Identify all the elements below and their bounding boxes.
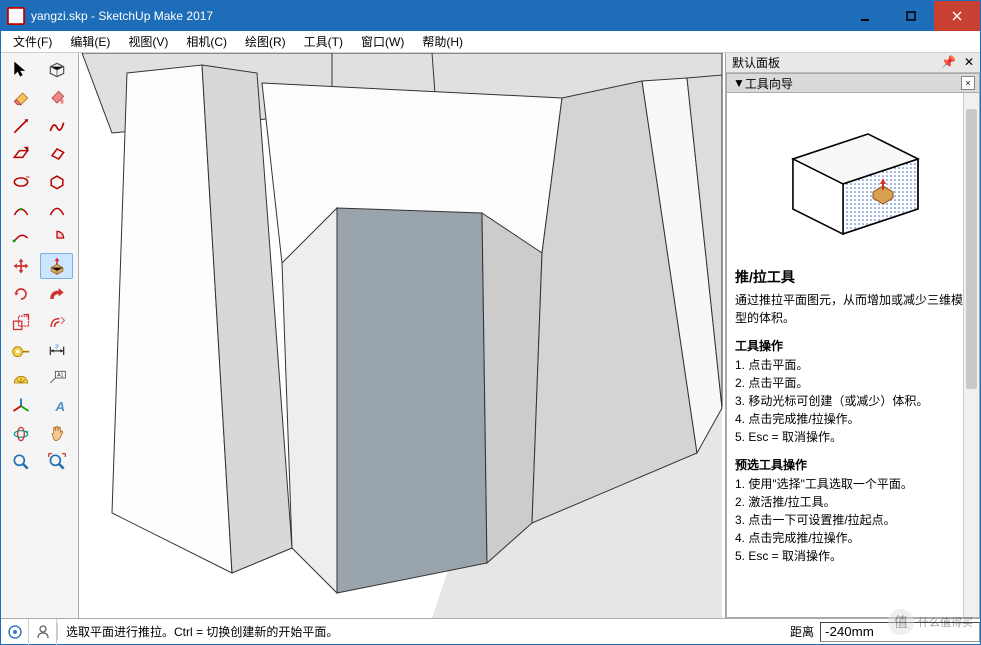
menu-view[interactable]: 视图(V)	[120, 31, 176, 52]
op-step: 1. 点击平面。	[735, 356, 971, 374]
follow-me-tool[interactable]	[40, 281, 73, 307]
circle-tool[interactable]	[4, 169, 37, 195]
instructor-image	[735, 99, 971, 259]
op-step: 2. 点击平面。	[735, 374, 971, 392]
select-tool[interactable]	[4, 57, 37, 83]
op-step: 4. 点击完成推/拉操作。	[735, 410, 971, 428]
pie-tool[interactable]	[40, 225, 73, 251]
app-window: yangzi.skp - SketchUp Make 2017 文件(F) 编辑…	[0, 0, 981, 645]
menu-edit[interactable]: 编辑(E)	[62, 31, 118, 52]
instructor-panel-header[interactable]: ▼ 工具向导 ×	[726, 73, 980, 93]
svg-text:A: A	[54, 399, 65, 414]
protractor-tool[interactable]	[4, 365, 37, 391]
offset-tool[interactable]	[40, 309, 73, 335]
instructor-panel-body: 推/拉工具 通过推拉平面图元，从而增加或减少三维模型的体积。 工具操作 1. 点…	[726, 93, 980, 618]
svg-text:3': 3'	[55, 344, 59, 350]
pre-step: 1. 使用"选择"工具选取一个平面。	[735, 475, 971, 493]
tool-name: 推/拉工具	[735, 267, 971, 287]
rotated-rect-tool[interactable]	[40, 141, 73, 167]
preselect-title: 预选工具操作	[735, 456, 971, 473]
tray-header[interactable]: 默认面板 📌 ✕	[726, 53, 980, 73]
eraser-tool[interactable]	[4, 85, 37, 111]
zoom-extents-tool[interactable]	[40, 449, 73, 475]
scale-tool[interactable]	[4, 309, 37, 335]
text-tool[interactable]: A1	[40, 365, 73, 391]
statusbar: 选取平面进行推拉。Ctrl = 切换创建新的开始平面。 距离	[1, 618, 980, 644]
minimize-button[interactable]	[842, 1, 888, 31]
workarea: 3' A1 A	[1, 53, 980, 618]
freehand-tool[interactable]	[40, 113, 73, 139]
two-point-arc-tool[interactable]	[40, 197, 73, 223]
svg-text:A1: A1	[57, 372, 63, 378]
panel-scrollbar[interactable]	[963, 93, 979, 617]
paint-bucket-tool[interactable]	[40, 85, 73, 111]
model-view	[79, 53, 725, 618]
window-title: yangzi.skp - SketchUp Make 2017	[31, 9, 842, 23]
axes-tool[interactable]	[4, 393, 37, 419]
polygon-tool[interactable]	[40, 169, 73, 195]
tape-measure-tool[interactable]	[4, 337, 37, 363]
pre-step: 5. Esc = 取消操作。	[735, 547, 971, 565]
operation-title: 工具操作	[735, 337, 971, 354]
pre-step: 2. 激活推/拉工具。	[735, 493, 971, 511]
line-tool[interactable]	[4, 113, 37, 139]
three-point-arc-tool[interactable]	[4, 225, 37, 251]
dimension-tool[interactable]: 3'	[40, 337, 73, 363]
op-step: 3. 移动光标可创建（或减少）体积。	[735, 392, 971, 410]
close-button[interactable]	[934, 1, 980, 31]
op-step: 5. Esc = 取消操作。	[735, 428, 971, 446]
distance-label: 距离	[784, 623, 820, 640]
rotate-tool[interactable]	[4, 281, 37, 307]
pre-step: 4. 点击完成推/拉操作。	[735, 529, 971, 547]
move-tool[interactable]	[4, 253, 37, 279]
zoom-tool[interactable]	[4, 449, 37, 475]
tool-description: 通过推拉平面图元，从而增加或减少三维模型的体积。	[735, 291, 971, 327]
viewport-3d[interactable]	[79, 53, 725, 618]
3d-text-tool[interactable]: A	[40, 393, 73, 419]
credits-icon[interactable]	[29, 619, 57, 645]
menu-file[interactable]: 文件(F)	[5, 31, 60, 52]
default-tray: 默认面板 📌 ✕ ▼ 工具向导 ×	[725, 53, 980, 618]
titlebar: yangzi.skp - SketchUp Make 2017	[1, 1, 980, 31]
push-pull-tool[interactable]	[40, 253, 73, 279]
tray-title: 默认面板	[732, 54, 780, 71]
menu-camera[interactable]: 相机(C)	[178, 31, 235, 52]
menubar: 文件(F) 编辑(E) 视图(V) 相机(C) 绘图(R) 工具(T) 窗口(W…	[1, 31, 980, 53]
tray-close-icon[interactable]: ✕	[964, 55, 974, 69]
pin-icon[interactable]: 📌	[941, 55, 956, 69]
toolbar: 3' A1 A	[1, 53, 79, 618]
make-component-tool[interactable]	[40, 57, 73, 83]
scrollbar-thumb[interactable]	[966, 109, 977, 389]
app-icon	[7, 7, 25, 25]
panel-title: 工具向导	[745, 75, 793, 92]
orbit-tool[interactable]	[4, 421, 37, 447]
menu-help[interactable]: 帮助(H)	[414, 31, 471, 52]
arc-tool[interactable]	[4, 197, 37, 223]
menu-tool[interactable]: 工具(T)	[296, 31, 351, 52]
panel-close-icon[interactable]: ×	[961, 76, 975, 90]
pan-tool[interactable]	[40, 421, 73, 447]
distance-input[interactable]	[820, 622, 980, 642]
pre-step: 3. 点击一下可设置推/拉起点。	[735, 511, 971, 529]
status-hint: 选取平面进行推拉。Ctrl = 切换创建新的开始平面。	[57, 623, 784, 640]
menu-window[interactable]: 窗口(W)	[353, 31, 412, 52]
menu-draw[interactable]: 绘图(R)	[237, 31, 294, 52]
rectangle-tool[interactable]	[4, 141, 37, 167]
maximize-button[interactable]	[888, 1, 934, 31]
geolocation-icon[interactable]	[1, 619, 29, 645]
